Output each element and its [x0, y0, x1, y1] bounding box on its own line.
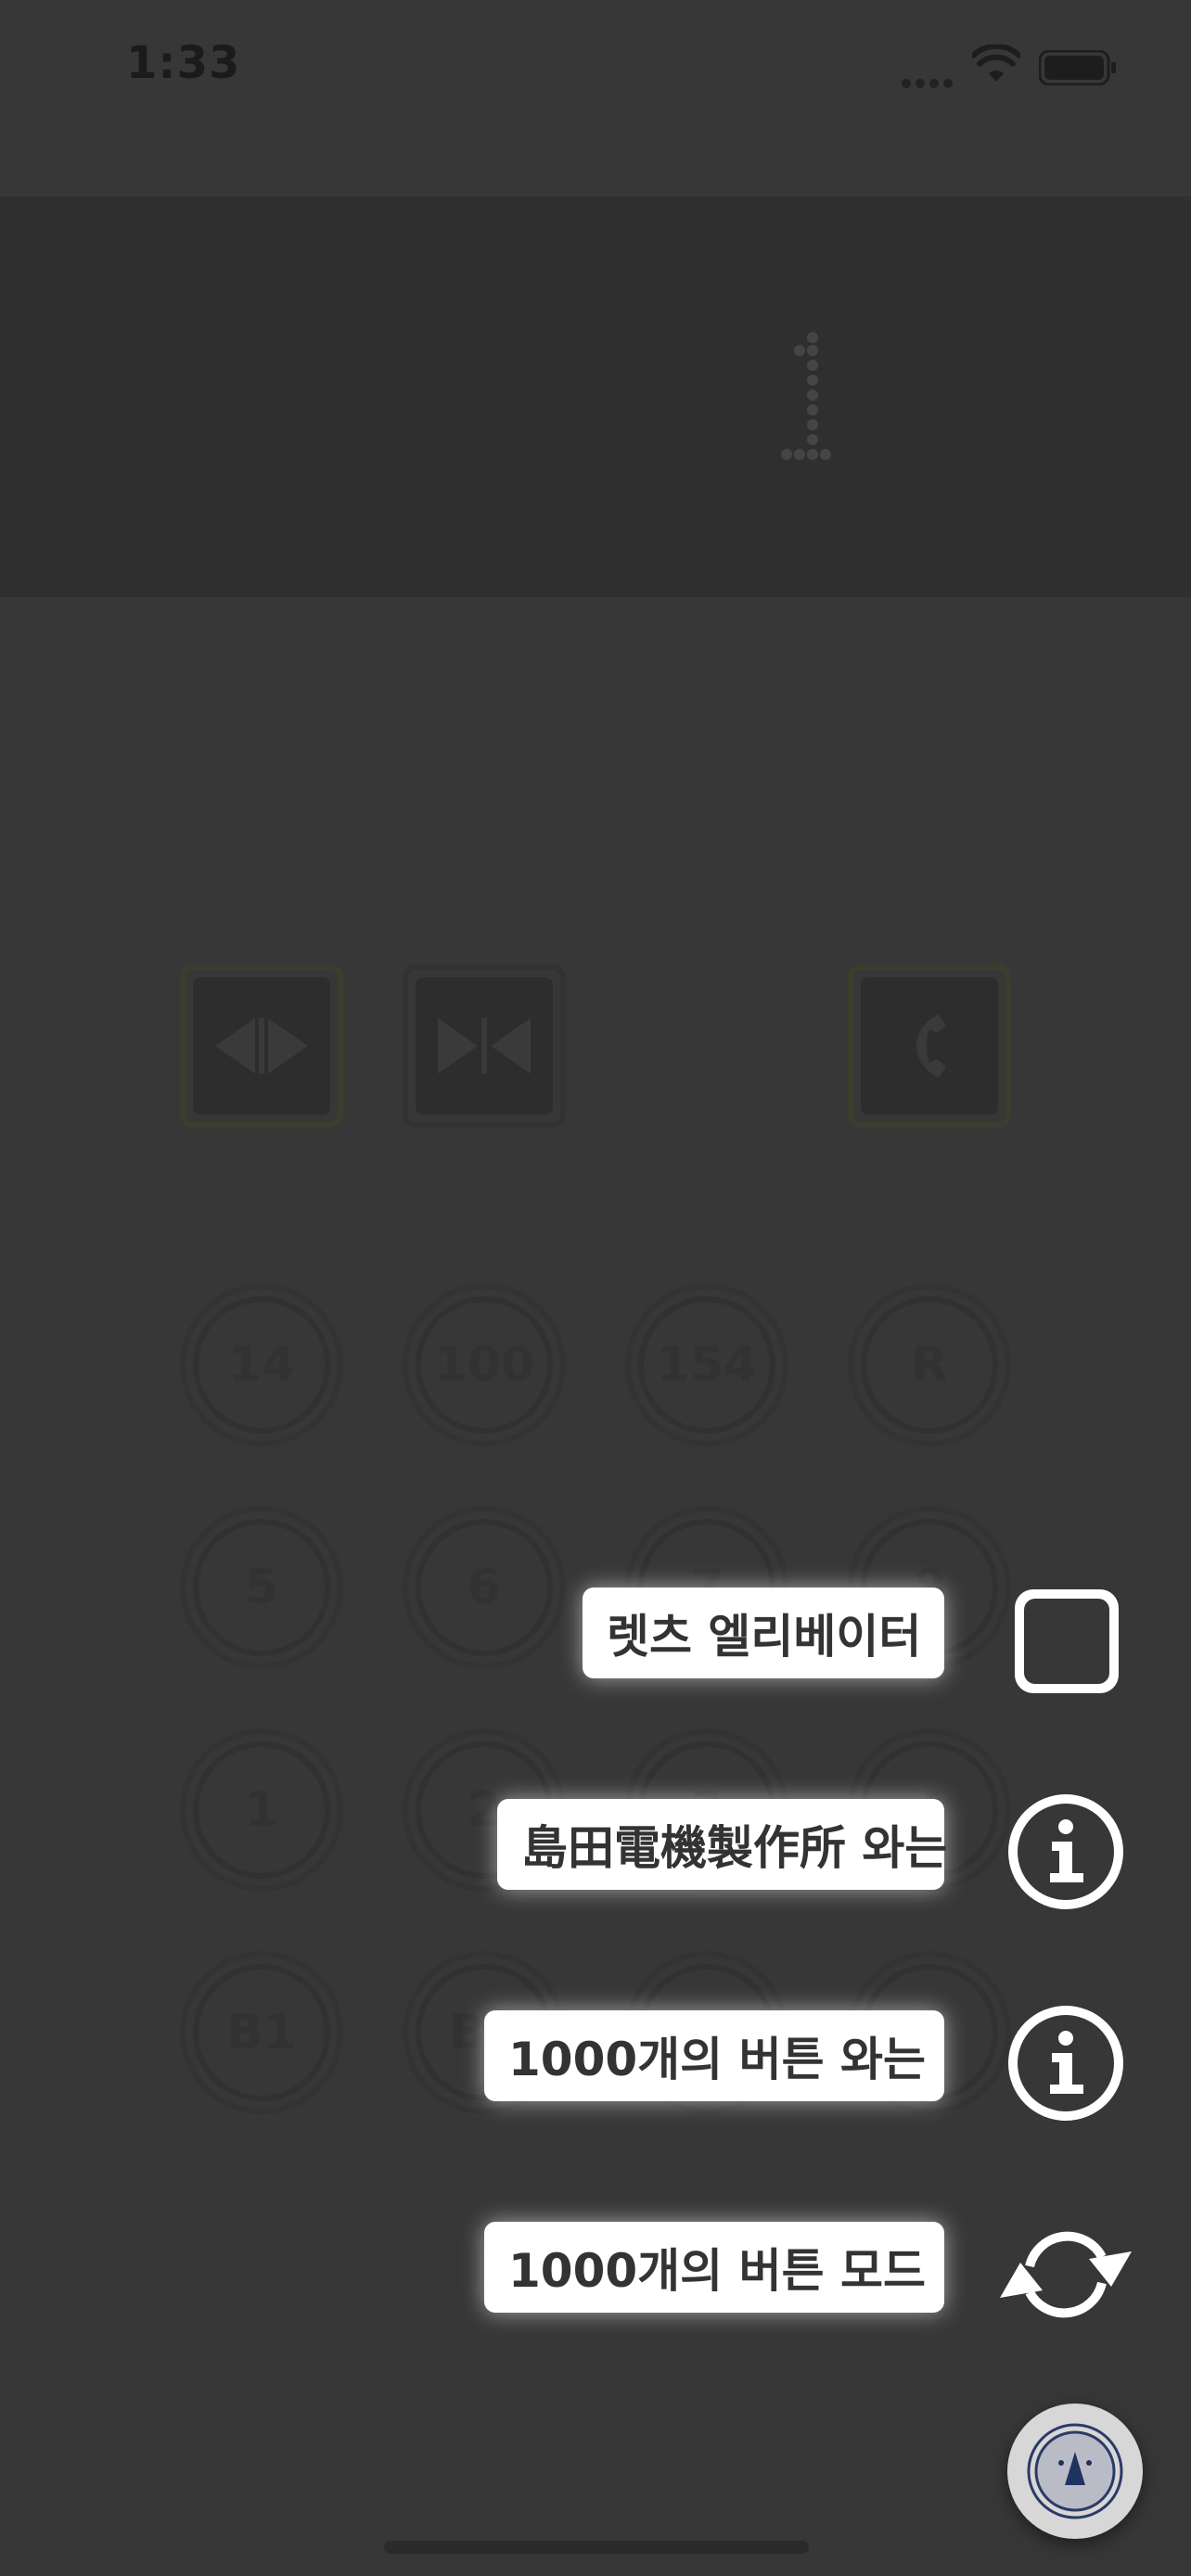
- floor-button-label: B1: [193, 1964, 330, 2101]
- floor-button-1[interactable]: 1: [180, 1728, 343, 1892]
- floor-button-label: R: [861, 1296, 998, 1434]
- floor-button-b1[interactable]: B1: [180, 1951, 343, 2114]
- floor-button-14[interactable]: 14: [180, 1283, 343, 1447]
- home-indicator[interactable]: [384, 2541, 809, 2554]
- floor-button-6[interactable]: 6: [403, 1506, 566, 1669]
- emergency-call-button[interactable]: [848, 964, 1011, 1128]
- floor-button-label: 100: [416, 1296, 553, 1434]
- floor-button-label: 154: [638, 1296, 775, 1434]
- door-close-icon: [438, 1018, 531, 1074]
- refresh-icon[interactable]: [996, 2214, 1135, 2335]
- door-close-button[interactable]: [403, 964, 566, 1128]
- info-icon[interactable]: [1005, 2003, 1126, 2123]
- info-icon[interactable]: [1005, 1792, 1126, 1912]
- floor-display: [0, 197, 1191, 597]
- status-time: 1:33: [126, 37, 241, 89]
- floor-digit-dot-matrix: [781, 332, 831, 460]
- phone-icon: [916, 1014, 946, 1078]
- floor-button-100[interactable]: 100: [403, 1283, 566, 1447]
- menu-item-lets-elevator-label[interactable]: 렛츠 엘리베이터: [583, 1588, 944, 1678]
- floor-button-label: 14: [193, 1296, 330, 1434]
- floor-button-label: 1: [193, 1741, 330, 1879]
- door-open-button[interactable]: [180, 964, 343, 1128]
- floor-button-label: 5: [193, 1519, 330, 1656]
- menu-item-shimada-about-label[interactable]: 島田電機製作所 와는: [497, 1799, 947, 1890]
- signal-dots-icon: [902, 74, 961, 88]
- floor-button-label: 6: [416, 1519, 553, 1656]
- door-open-icon: [215, 1018, 308, 1074]
- floor-button-5[interactable]: 5: [180, 1506, 343, 1669]
- compass-icon: [1027, 2423, 1123, 2519]
- wifi-icon: [972, 45, 1020, 82]
- floor-button-154[interactable]: 154: [625, 1283, 788, 1447]
- floor-button-r[interactable]: R: [848, 1283, 1011, 1447]
- menu-item-1000-buttons-about-label[interactable]: 1000개의 버튼 와는: [484, 2010, 944, 2101]
- menu-item-1000-buttons-mode-label[interactable]: 1000개의 버튼 모드: [484, 2222, 944, 2313]
- battery-icon: [1039, 50, 1116, 85]
- square-checkbox-icon[interactable]: [1011, 1586, 1122, 1697]
- menu-fab-button[interactable]: [1007, 2404, 1143, 2539]
- status-bar: 1:33: [0, 0, 1191, 139]
